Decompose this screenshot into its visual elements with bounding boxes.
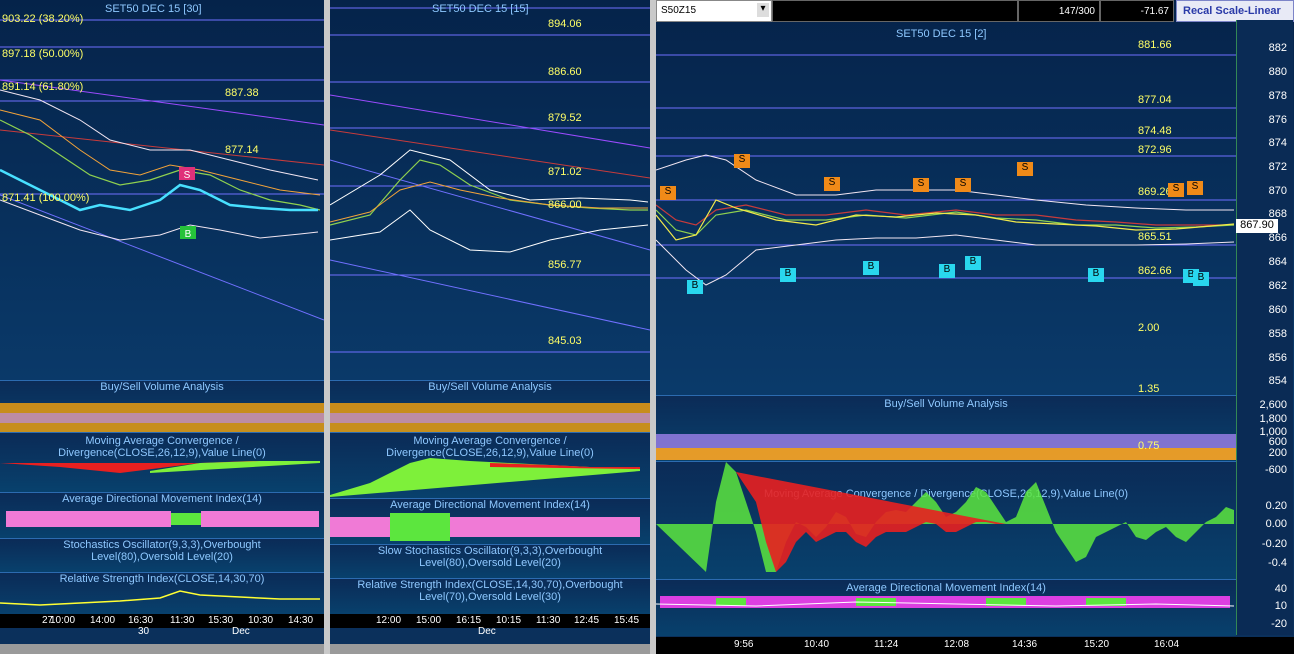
sell-signal-icon[interactable]: S [734, 154, 750, 168]
volume-axis: 2,600 1,800 1,000 600 200 [1236, 395, 1293, 461]
chart-title: SET50 DEC 15 [15] [432, 3, 529, 15]
sell-signal-icon[interactable]: S [955, 178, 971, 192]
chart-pane-15min[interactable]: SET50 DEC 15 [15] 894.06 886.60 879.52 8… [330, 0, 650, 654]
recal-scale-button[interactable]: Recal Scale-Linear [1176, 0, 1294, 22]
buy-signal-icon[interactable]: B [1088, 268, 1104, 282]
sell-signal-icon[interactable]: S [824, 177, 840, 191]
volume-panel: Buy/Sell Volume Analysis [0, 380, 324, 433]
price-level: 865.51 [1138, 231, 1172, 243]
time-axis: 9:56 10:40 11:24 12:08 14:36 15:20 16:04 [656, 637, 1294, 654]
price-level: 877.14 [225, 144, 259, 156]
sell-signal-icon[interactable]: S [660, 186, 676, 200]
price-level: 0.75 [1138, 440, 1160, 452]
price-level: 866.00 [548, 199, 582, 211]
sell-signal-icon[interactable]: S [1168, 183, 1184, 197]
adx-panel: Average Directional Movement Index(14) [330, 498, 650, 545]
macd-panel: Moving Average Convergence / Divergence(… [656, 461, 1236, 580]
price-chart-2 [656, 54, 1236, 286]
stochastics-panel-title: Slow Stochastics Oscillator(9,3,3),Overb… [377, 545, 603, 569]
macd-axis: -600 0.20 0.00 -0.20 -0.4 [1236, 461, 1293, 579]
stochastics-panel: Slow Stochastics Oscillator(9,3,3),Overb… [330, 544, 650, 579]
rsi-panel: Relative Strength Index(CLOSE,14,30,70),… [330, 578, 650, 615]
volume-panel: Buy/Sell Volume Analysis 0.75 [656, 395, 1236, 462]
stochastics-panel: Stochastics Oscillator(9,3,3),Overbought… [0, 538, 324, 573]
price-level: 874.48 [1138, 125, 1172, 137]
price-level: 845.03 [548, 335, 582, 347]
fib-level-50: 897.18 (50.00%) [2, 48, 84, 60]
chart-pane-30min[interactable]: S B SET50 DEC 15 [30] 903.22 (38.20%) 89… [0, 0, 324, 654]
toolbar-bottom[interactable] [0, 644, 324, 654]
price-chart-15 [330, 7, 650, 353]
buy-signal-icon[interactable]: B [687, 280, 703, 294]
fib-level-100: 871.41 (100.00%) [2, 192, 90, 204]
fib-level-61: 891.14 (61.80%) [2, 81, 84, 93]
price-level: 877.04 [1138, 94, 1172, 106]
price-level: 879.52 [548, 112, 582, 124]
macd-panel: Moving Average Convergence / Divergence(… [330, 432, 650, 499]
price-level: 862.66 [1138, 265, 1172, 277]
sell-signal-icon[interactable]: S [1017, 162, 1033, 176]
buy-signal-icon[interactable]: B [780, 268, 796, 282]
symbol-select[interactable]: S50Z15 ▾ [656, 0, 772, 22]
price-level: 871.02 [548, 166, 582, 178]
symbol-value: S50Z15 [661, 5, 697, 16]
sell-signal-label: S [184, 170, 191, 181]
toolbar-bottom[interactable] [330, 644, 650, 654]
chart-pane-2min[interactable]: S50Z15 ▾ 147/300 -71.67 Recal Scale-Line… [656, 0, 1294, 654]
buy-signal-icon[interactable]: B [1193, 272, 1209, 286]
change-readout: -71.67 [1100, 0, 1174, 22]
macd-panel: Moving Average Convergence / Divergence(… [0, 432, 324, 493]
price-level: 886.60 [548, 66, 582, 78]
toolbar-spacer [772, 0, 1018, 22]
buy-signal-icon[interactable]: B [939, 264, 955, 278]
stochastics-panel-title: Stochastics Oscillator(9,3,3),Overbought… [63, 539, 261, 563]
price-level: 894.06 [548, 18, 582, 30]
price-level: 881.66 [1138, 39, 1172, 51]
price-level: 887.38 [225, 87, 259, 99]
dropdown-arrow-icon[interactable]: ▾ [757, 3, 769, 17]
sell-signal-icon[interactable]: S [913, 178, 929, 192]
rsi-panel: Relative Strength Index(CLOSE,14,30,70) [0, 572, 324, 615]
adx-panel: Average Directional Movement Index(14) [656, 579, 1236, 636]
buy-signal-icon[interactable]: B [863, 261, 879, 275]
volume-panel: Buy/Sell Volume Analysis [330, 380, 650, 433]
buy-signal-label: B [185, 229, 192, 240]
adx-panel: Average Directional Movement Index(14) [0, 492, 324, 539]
buy-signal-icon[interactable]: B [965, 256, 981, 270]
chart-title: SET50 DEC 15 [30] [105, 3, 202, 15]
time-axis: 27 10:00 14:00 16:30 30 11:30 15:30 Dec … [0, 614, 324, 637]
position-readout: 147/300 [1018, 0, 1100, 22]
sell-signal-icon[interactable]: S [1187, 181, 1203, 195]
price-axis[interactable]: 882 880 878 876 874 872 870 868 866 864 … [1236, 20, 1293, 395]
price-level: 856.77 [548, 259, 582, 271]
time-axis: 12:00 15:00 16:15 10:15 11:30 12:45 15:4… [330, 614, 650, 637]
price-level: 872.96 [1138, 144, 1172, 156]
fib-level-38: 903.22 (38.20%) [2, 13, 84, 25]
price-level: 1.35 [1138, 383, 1160, 395]
adx-axis: 40 10 -20 [1236, 579, 1293, 635]
chart-title: SET50 DEC 15 [2] [896, 28, 987, 40]
last-price-tag: 867.90 [1236, 219, 1278, 233]
price-level: 2.00 [1138, 322, 1160, 334]
price-level: 869.26 [1138, 186, 1172, 198]
rsi-panel-title: Relative Strength Index(CLOSE,14,30,70),… [357, 579, 623, 603]
